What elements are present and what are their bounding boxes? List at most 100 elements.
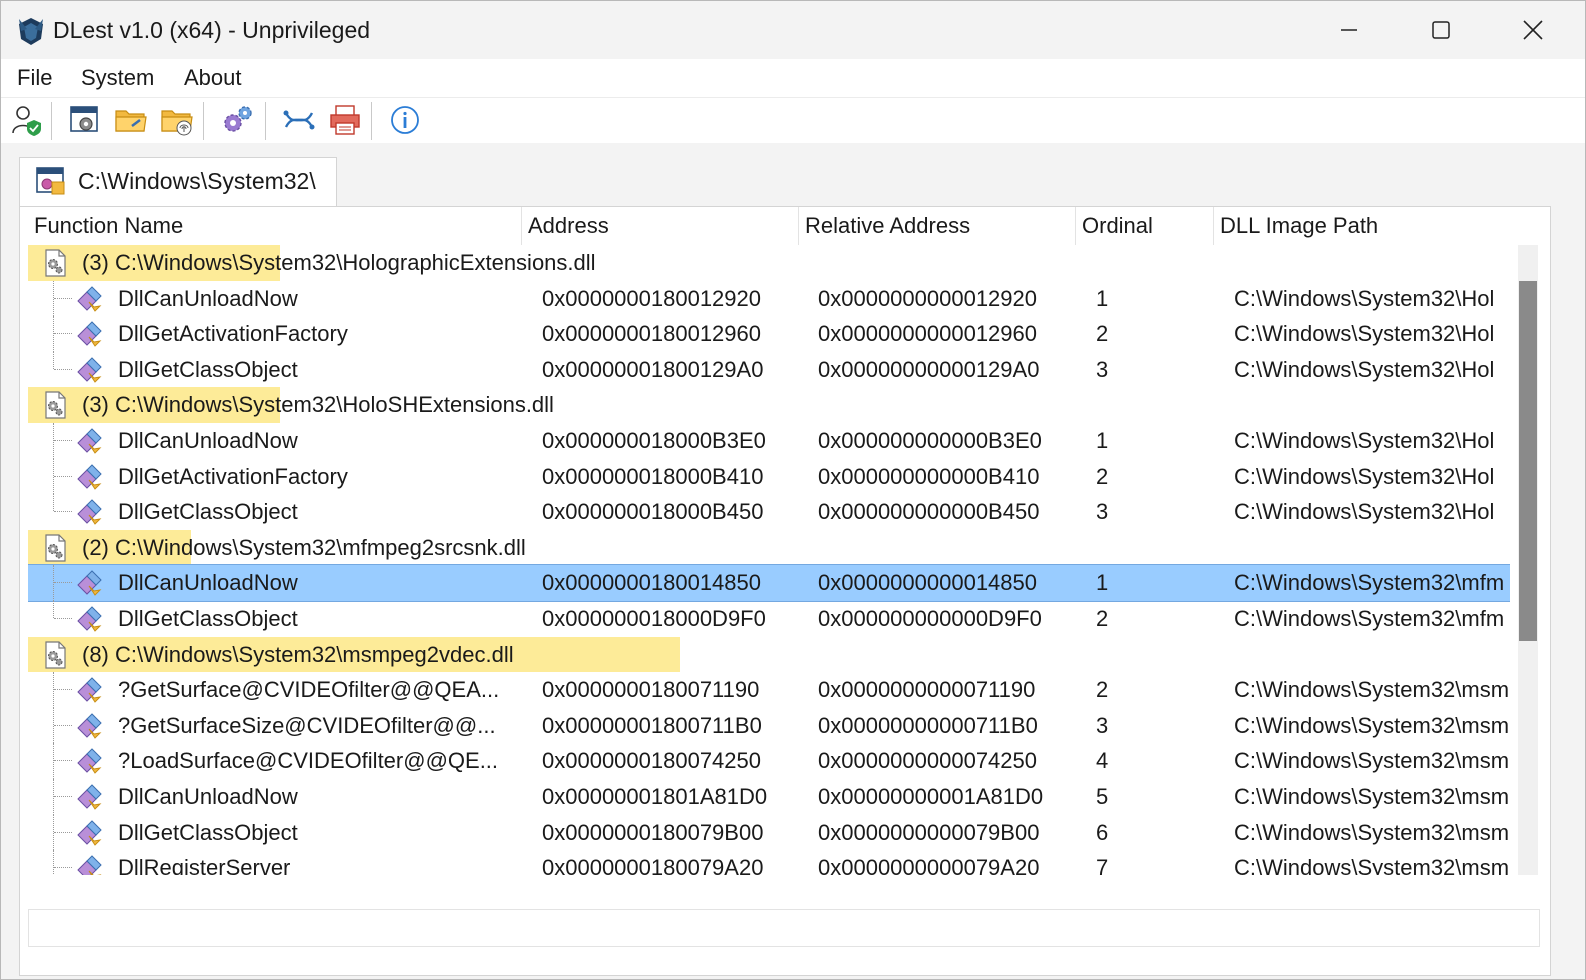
function-row[interactable]: DllGetClassObject 0x000000018000D9F0 0x000… (28, 601, 1510, 637)
connection-icon[interactable] (281, 102, 317, 138)
function-row[interactable]: ?GetSurface@CVIDEOfilter@@QEA... 0x000000… (28, 672, 1510, 708)
address-cell: 0x0000000180071190 (542, 677, 760, 703)
title-bar[interactable]: DLest v1.0 (x64) - Unprivileged (1, 1, 1585, 59)
address-cell: 0x0000000180014850 (542, 570, 762, 596)
export-function-icon (74, 462, 104, 492)
function-name-cell: DllGetActivationFactory (118, 321, 348, 347)
tab-system32[interactable]: C:\Windows\System32\ (19, 157, 337, 208)
ordinal-cell: 1 (1096, 428, 1109, 453)
menu-about[interactable]: About (184, 65, 242, 91)
ordinal-cell: 2 (1096, 677, 1109, 703)
column-header-dll-image-path[interactable]: DLL Image Path (1214, 207, 1544, 245)
print-icon[interactable] (327, 102, 363, 138)
function-row[interactable]: DllGetClassObject 0x000000018000B450 0x000… (28, 494, 1510, 530)
function-row[interactable]: DllGetActivationFactory 0x000000018000B41… (28, 458, 1510, 495)
function-row[interactable]: DllGetActivationFactory 0x000000018001296… (28, 316, 1510, 352)
ordinal-cell: 2 (1096, 463, 1109, 489)
column-header-address[interactable]: Address (522, 207, 799, 245)
minimize-button[interactable] (1303, 1, 1395, 59)
function-row[interactable]: DllGetClassObject 0x0000000180079B00 0x000… (28, 814, 1510, 851)
gears-icon[interactable] (219, 102, 255, 138)
dll-image-path-cell: C:\Windows\System32\Hol (1234, 428, 1495, 453)
maximize-button[interactable] (1395, 1, 1487, 59)
tree-connector (54, 618, 72, 619)
export-function-icon (74, 746, 104, 776)
tree-connector (53, 351, 54, 369)
tree-connector (54, 796, 72, 797)
address-cell: 0x0000000180079A20 (542, 855, 764, 875)
process-window-gear-icon[interactable] (67, 102, 103, 138)
export-function-icon (74, 497, 104, 527)
tree-connector (54, 724, 72, 726)
function-row[interactable]: DllGetClassObject 0x00000001800129A0 0x000… (28, 351, 1510, 388)
column-header-relative-address[interactable]: Relative Address (799, 207, 1076, 245)
dll-group-row[interactable]: (2) C:\Windows\System32\mfmpeg2srcsnk.dl… (28, 529, 1510, 566)
dll-image-path-cell: C:\Windows\System32\Hol (1234, 463, 1495, 489)
menu-system[interactable]: System (81, 65, 154, 91)
dll-group-label: (2) C:\Windows\System32\mfmpeg2srcsnk.dl… (82, 534, 526, 560)
folder-fingerprint-icon[interactable] (159, 102, 195, 138)
vertical-scrollbar-thumb[interactable] (1519, 281, 1537, 641)
function-row[interactable]: DllCanUnloadNow 0x0000000180014850 0x00000… (28, 564, 1510, 602)
relative-address-cell: 0x000000000000B3E0 (818, 428, 1042, 453)
tree-connector (54, 867, 72, 869)
close-button[interactable] (1487, 1, 1579, 59)
export-function-icon (74, 675, 104, 705)
user-shield-icon[interactable] (9, 102, 45, 138)
tree-connector (53, 316, 54, 352)
address-cell: 0x00000001801A81D0 (542, 784, 768, 809)
relative-address-cell: 0x0000000000012960 (818, 321, 1038, 347)
function-row[interactable]: ?GetSurfaceSize@CVIDEOfilter@@... 0x00000… (28, 707, 1510, 744)
address-cell: 0x00000001800129A0 (542, 356, 764, 382)
dll-group-label: (8) C:\Windows\System32\msmpeg2vdec.dll (82, 641, 514, 667)
app-window: DLest v1.0 (x64) - Unprivileged File Sys… (0, 0, 1586, 980)
dll-group-row[interactable]: (3) C:\Windows\System32\HoloSHExtensions… (28, 387, 1510, 423)
menu-file[interactable]: File (17, 65, 52, 91)
dll-image-path-cell: C:\Windows\System32\mfm (1234, 570, 1505, 596)
function-row[interactable]: DllCanUnloadNow 0x000000018000B3E0 0x00000… (28, 423, 1510, 459)
tree-connector (54, 760, 72, 762)
dll-image-path-cell: C:\Windows\System32\Hol (1234, 356, 1495, 382)
open-folder-icon[interactable] (113, 102, 149, 138)
exports-list[interactable]: Function Name Address Relative Address O… (28, 207, 1544, 875)
ordinal-cell: 1 (1096, 570, 1109, 596)
export-function-icon (74, 604, 104, 634)
ordinal-cell: 4 (1096, 748, 1109, 774)
export-function-icon (74, 711, 104, 741)
function-row[interactable]: DllRegisterServer 0x0000000180079A20 0x000… (28, 850, 1510, 875)
relative-address-cell: 0x000000000000D9F0 (818, 606, 1042, 631)
close-icon (1523, 20, 1543, 40)
tree-connector (54, 475, 72, 477)
function-row[interactable]: DllCanUnloadNow 0x0000000180012920 0x00000… (28, 280, 1510, 317)
tree-connector (53, 601, 54, 618)
address-cell: 0x000000018000B3E0 (542, 428, 766, 453)
process-window-gear-icon (34, 164, 68, 198)
dll-file-icon (40, 390, 70, 420)
function-name-cell: DllGetClassObject (118, 499, 298, 525)
vertical-scrollbar[interactable] (1518, 245, 1538, 875)
tree-connector (54, 368, 72, 370)
address-cell: 0x000000018000D9F0 (542, 606, 766, 631)
address-cell: 0x0000000180074250 (542, 748, 762, 774)
relative-address-cell: 0x00000000000129A0 (818, 356, 1040, 382)
dll-image-path-cell: C:\Windows\System32\msm (1234, 712, 1510, 738)
dll-image-path-cell: C:\Windows\System32\Hol (1234, 285, 1495, 311)
export-function-icon (74, 426, 104, 456)
dll-group-row[interactable]: (3) C:\Windows\System32\HolographicExten… (28, 245, 1510, 281)
info-icon[interactable] (387, 102, 423, 138)
dll-file-icon (40, 533, 70, 563)
column-header-function-name[interactable]: Function Name (28, 207, 522, 245)
column-header-ordinal[interactable]: Ordinal (1076, 207, 1214, 245)
tree-connector (54, 333, 72, 335)
exports-panel: Function Name Address Relative Address O… (19, 206, 1551, 976)
dll-image-path-cell: C:\Windows\System32\msm (1234, 748, 1510, 774)
function-row[interactable]: ?LoadSurface@CVIDEOfilter@@QE... 0x000000… (28, 743, 1510, 779)
address-cell: 0x0000000180012920 (542, 285, 762, 311)
tree-connector (54, 297, 72, 299)
tree-connector (53, 779, 54, 815)
ordinal-cell: 6 (1096, 819, 1109, 845)
ordinal-cell: 2 (1096, 321, 1109, 347)
function-row[interactable]: DllCanUnloadNow 0x00000001801A81D0 0x00000… (28, 779, 1510, 815)
window-title: DLest v1.0 (x64) - Unprivileged (53, 17, 371, 43)
dll-group-row[interactable]: (8) C:\Windows\System32\msmpeg2vdec.dll (28, 636, 1510, 673)
